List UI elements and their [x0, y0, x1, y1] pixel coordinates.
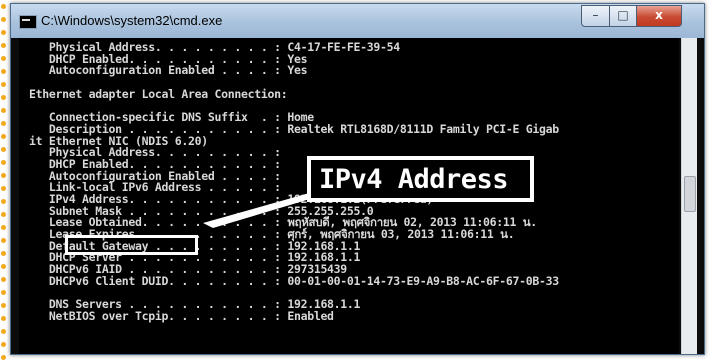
decorative-dot	[1, 303, 6, 308]
decorative-dot	[1, 17, 6, 22]
decorative-dot	[1, 238, 6, 243]
console-line: Ethernet adapter Local Area Connection:	[29, 86, 288, 101]
close-button[interactable]: x	[636, 5, 682, 27]
decorative-dot	[1, 251, 6, 256]
ipv4-address-callout: IPv4 Address	[307, 156, 534, 202]
cmd-app-icon	[19, 15, 37, 29]
decorative-dot	[1, 199, 6, 204]
decorative-dot	[1, 43, 6, 48]
minimize-button[interactable]: –	[581, 5, 610, 27]
decorative-dot	[1, 277, 6, 282]
maximize-button[interactable]: □	[609, 5, 637, 27]
decorative-dot	[1, 173, 6, 178]
decorative-dot	[1, 82, 6, 87]
decorative-dot	[1, 186, 6, 191]
decorative-dot	[1, 134, 6, 139]
decorative-dot	[1, 329, 6, 334]
decorative-dot	[1, 121, 6, 126]
decorative-dot	[1, 95, 6, 100]
title-bar[interactable]: C:\Windows\system32\cmd.exe – □ x	[11, 4, 704, 38]
decorative-dot	[1, 264, 6, 269]
decorative-dot	[1, 225, 6, 230]
decorative-dot-border	[0, 0, 8, 360]
console-line: NetBIOS over Tcpip. . . . . . . . : Enab…	[29, 308, 334, 323]
decorative-dot	[1, 4, 6, 9]
decorative-dot	[1, 147, 6, 152]
decorative-dot	[1, 30, 6, 35]
scrollbar-thumb[interactable]	[684, 176, 696, 212]
ipv4-address-highlight-box	[65, 235, 198, 255]
decorative-dot	[1, 212, 6, 217]
vertical-scrollbar[interactable]	[681, 38, 697, 354]
decorative-dot	[1, 342, 6, 347]
decorative-dot	[1, 69, 6, 74]
decorative-dot	[1, 160, 6, 165]
ipv4-callout-label: IPv4 Address	[319, 164, 509, 195]
decorative-dot	[1, 108, 6, 113]
decorative-dot	[1, 56, 6, 61]
console-line: DHCPv6 Client DUID. . . . . . . . : 00-0…	[29, 273, 559, 288]
decorative-dot	[1, 316, 6, 321]
console-line: Autoconfiguration Enabled . . . . : Yes	[29, 63, 308, 78]
decorative-dot	[1, 290, 6, 295]
window-title: C:\Windows\system32\cmd.exe	[41, 13, 223, 28]
